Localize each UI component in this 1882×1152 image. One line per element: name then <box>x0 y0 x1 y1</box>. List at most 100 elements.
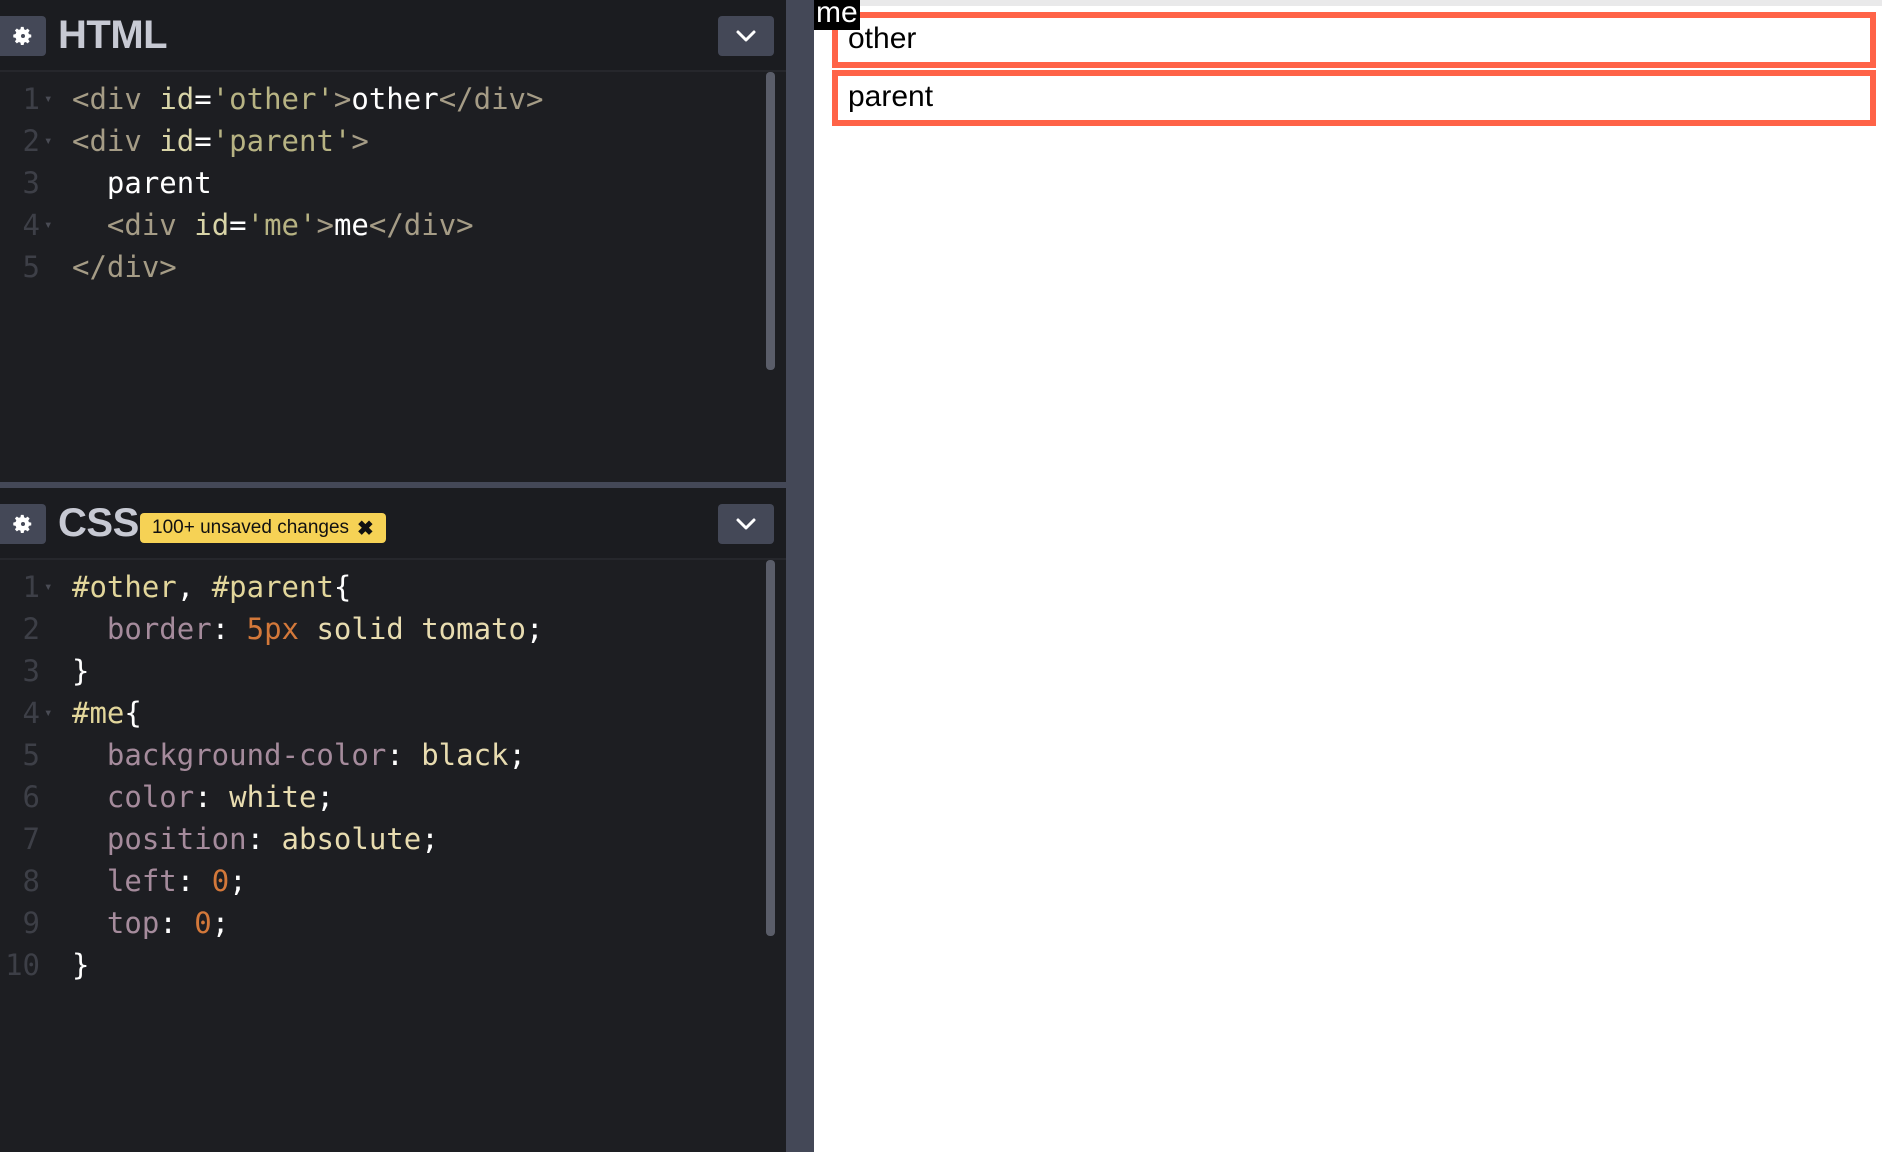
chevron-down-icon <box>736 30 756 42</box>
html-settings-button[interactable] <box>0 16 46 56</box>
code-text: <div id='me'>me</div> <box>72 204 474 246</box>
html-panel-title: HTML <box>58 13 168 57</box>
html-code-editor[interactable]: 1 ▾ <div id='other'>other</div> 2 ▾ <div id='… <box>0 78 768 288</box>
line-number: 5 <box>22 250 40 284</box>
css-code-line[interactable]: 3} <box>0 650 768 692</box>
code-text: parent <box>72 162 212 204</box>
editor-column: HTML 1 ▾ <div id='other'>other</div> 2 ▾ <div… <box>0 0 786 1152</box>
line-number: 2 <box>22 612 40 646</box>
code-text: top: 0; <box>72 902 229 944</box>
code-token: </div> <box>368 208 474 242</box>
css-code-line[interactable]: 8 left: 0; <box>0 860 768 902</box>
line-number: 3 <box>22 654 40 688</box>
code-token: background-color <box>106 738 387 772</box>
css-code-line[interactable]: 1 ▾ #other, #parent{ <box>0 566 768 608</box>
line-number: 1 <box>22 82 40 116</box>
code-token: id <box>159 124 195 158</box>
css-code-line[interactable]: 2 border: 5px solid tomato; <box>0 608 768 650</box>
code-token: me <box>333 208 369 242</box>
code-token: top <box>106 906 160 940</box>
line-number: 4 <box>22 696 40 730</box>
html-code-line[interactable]: 4 ▾ <div id='me'>me</div> <box>0 204 768 246</box>
html-code-line[interactable]: 2 ▾ <div id='parent'> <box>0 120 768 162</box>
code-token: } <box>72 948 90 982</box>
code-text: left: 0; <box>72 860 247 902</box>
code-token: 'other' <box>211 82 334 116</box>
preview-me-box: me <box>814 0 860 30</box>
code-token: = <box>229 208 247 242</box>
css-code-line[interactable]: 9 top: 0; <box>0 902 768 944</box>
html-code-line[interactable]: 1 ▾ <div id='other'>other</div> <box>0 78 768 120</box>
css-code-line[interactable]: 6 color: white; <box>0 776 768 818</box>
css-scrollbar[interactable] <box>766 560 775 936</box>
code-token: white <box>229 780 317 814</box>
code-token: #me <box>72 696 125 730</box>
preview-top-edge <box>814 0 1882 6</box>
code-token: = <box>194 124 212 158</box>
code-token: </div> <box>72 250 177 284</box>
code-token: , <box>176 570 212 604</box>
code-text: #other, #parent{ <box>72 566 351 608</box>
editor-preview-resize-handle[interactable] <box>786 0 814 1152</box>
code-token: ; <box>316 780 334 814</box>
css-code-line[interactable]: 10} <box>0 944 768 986</box>
code-token: : <box>159 906 195 940</box>
css-panel-title: CSS <box>58 501 139 545</box>
code-text: } <box>72 650 89 692</box>
fold-arrow-icon[interactable]: ▾ <box>44 78 60 120</box>
code-token: ; <box>229 864 247 898</box>
code-token: } <box>72 654 90 688</box>
css-settings-button[interactable] <box>0 504 46 544</box>
line-number: 2 <box>22 124 40 158</box>
fold-arrow-icon[interactable]: ▾ <box>44 566 60 608</box>
css-code-line[interactable]: 5 background-color: black; <box>0 734 768 776</box>
unsaved-changes-badge[interactable]: 100+ unsaved changes ✖ <box>140 513 386 543</box>
line-number: 1 <box>22 570 40 604</box>
line-number: 6 <box>22 780 40 814</box>
line-number: 10 <box>5 948 40 982</box>
code-token: ; <box>211 906 230 940</box>
html-panel-header: HTML <box>0 0 786 72</box>
fold-arrow-icon[interactable]: ▾ <box>44 120 60 162</box>
fold-arrow-icon[interactable]: ▾ <box>44 204 60 246</box>
fold-arrow-icon[interactable]: ▾ <box>44 692 60 734</box>
code-text: </div> <box>72 246 177 288</box>
css-collapse-button[interactable] <box>718 504 774 544</box>
close-icon[interactable]: ✖ <box>357 516 374 541</box>
css-panel-header: CSS 100+ unsaved changes ✖ <box>0 488 786 560</box>
css-code-line[interactable]: 4 ▾ #me{ <box>0 692 768 734</box>
code-token: { <box>333 570 352 604</box>
code-text: <div id='other'>other</div> <box>72 78 543 120</box>
code-token: 5px <box>246 612 299 646</box>
result-preview: other parent me <box>814 0 1882 1152</box>
css-editor-panel: CSS 100+ unsaved changes ✖ 1 ▾ #other, #pa… <box>0 488 786 1152</box>
gear-icon <box>13 514 32 533</box>
code-token: solid tomato <box>299 612 526 646</box>
code-token: color <box>106 780 195 814</box>
code-token: #other <box>72 570 177 604</box>
code-token: : <box>211 612 247 646</box>
code-token: <div <box>72 124 160 158</box>
preview-other-box: other <box>832 12 1876 68</box>
line-number: 3 <box>22 166 40 200</box>
code-token: </div> <box>438 82 544 116</box>
code-text: #me{ <box>72 692 142 734</box>
html-scrollbar[interactable] <box>766 72 775 370</box>
html-code-line[interactable]: 5 </div> <box>0 246 768 288</box>
html-code-line[interactable]: 3 parent <box>0 162 768 204</box>
code-token: > <box>316 208 334 242</box>
code-token: #parent <box>211 570 334 604</box>
code-text: border: 5px solid tomato; <box>72 608 544 650</box>
html-collapse-button[interactable] <box>718 16 774 56</box>
code-token: parent <box>72 166 212 200</box>
html-editor-panel: HTML 1 ▾ <div id='other'>other</div> 2 ▾ <div… <box>0 0 786 482</box>
css-code-editor[interactable]: 1 ▾ #other, #parent{2 border: 5px solid to… <box>0 566 768 986</box>
code-token: id <box>194 208 230 242</box>
code-token: <div <box>72 82 160 116</box>
css-code-line[interactable]: 7 position: absolute; <box>0 818 768 860</box>
code-token: = <box>194 82 212 116</box>
